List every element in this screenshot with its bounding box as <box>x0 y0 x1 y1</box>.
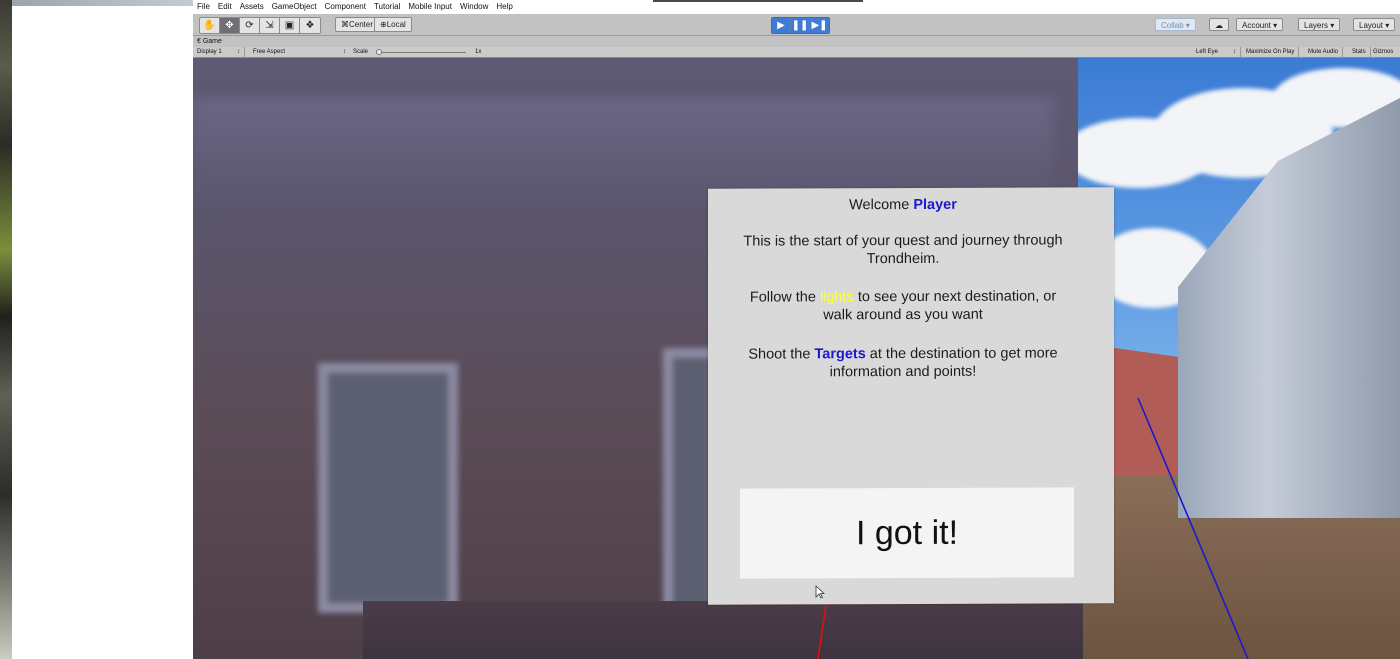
dialog-intro-line-2: Trondheim. <box>866 250 940 268</box>
playback-controls: ▶ ❚❚ ▶❚ <box>771 17 830 34</box>
menu-gameobject[interactable]: GameObject <box>268 0 321 14</box>
player-name: Player <box>913 196 957 213</box>
rect-tool-icon[interactable]: ▣ <box>280 18 300 33</box>
account-button[interactable]: Account ▾ <box>1236 18 1284 31</box>
display-select[interactable]: Display 1 <box>197 47 222 57</box>
layout-button[interactable]: Layout ▾ <box>1353 18 1396 31</box>
menu-mobile-input[interactable]: Mobile Input <box>404 0 456 14</box>
eye-select-arrow-icon[interactable]: ↕ <box>1233 47 1241 57</box>
got-it-button[interactable]: I got it! <box>740 487 1074 579</box>
move-tool-icon[interactable]: ✥ <box>220 18 240 33</box>
gizmos-toggle[interactable]: Gizmos <box>1373 47 1393 57</box>
mute-audio-toggle[interactable]: Mute Audio <box>1308 47 1344 57</box>
scale-tool-icon[interactable]: ⇲ <box>260 18 280 33</box>
dialog-shoot-line: Shoot the Targets at the destination to … <box>708 344 1098 363</box>
play-icon[interactable]: ▶ <box>772 18 791 33</box>
display-select-arrow-icon[interactable]: ↕ <box>237 47 245 57</box>
shoot-suffix: at the destination to get more <box>865 345 1058 363</box>
aspect-select[interactable]: Free Aspect <box>253 47 285 57</box>
step-icon[interactable]: ▶❚ <box>810 18 829 33</box>
rotate-tool-icon[interactable]: ⟳ <box>240 18 260 33</box>
targets-highlight: Targets <box>814 346 866 363</box>
dialog-follow-line-2: walk around as you want <box>823 306 983 324</box>
dialog-intro-line: This is the start of your quest and jour… <box>743 232 1063 250</box>
eye-select[interactable]: Left Eye <box>1196 47 1218 57</box>
hand-tool-icon[interactable]: ✋ <box>200 18 220 33</box>
scale-slider-handle[interactable] <box>376 49 382 55</box>
wall-base <box>363 601 1083 659</box>
toolbar: ✋ ✥ ⟳ ⇲ ▣ ❖ ⌘Center ⊕Local ▶ ❚❚ ▶❚ Colla… <box>193 14 1400 36</box>
maximize-on-play-toggle[interactable]: Maximize On Play <box>1246 47 1300 57</box>
menu-tutorial[interactable]: Tutorial <box>370 0 404 14</box>
pivot-local-button[interactable]: ⊕Local <box>374 17 412 32</box>
aspect-select-arrow-icon[interactable]: ↕ <box>343 47 346 57</box>
tab-game[interactable]: € Game <box>193 36 1400 47</box>
lights-highlight: lights <box>819 289 854 306</box>
side-photo-strip <box>0 0 193 659</box>
mouse-cursor-icon <box>815 585 825 599</box>
follow-suffix: to see your next destination, or <box>853 288 1057 306</box>
layers-button[interactable]: Layers ▾ <box>1298 18 1341 31</box>
shoot-prefix: Shoot the <box>748 346 815 363</box>
scale-value: 1x <box>475 49 482 55</box>
welcome-prefix: Welcome <box>849 196 914 214</box>
menu-assets[interactable]: Assets <box>236 0 268 14</box>
cloud-icon[interactable]: ☁ <box>1209 18 1229 31</box>
follow-prefix: Follow the <box>749 289 820 306</box>
collab-button[interactable]: Collab ▾ <box>1155 18 1196 31</box>
scale-label: Scale <box>353 49 369 55</box>
scale-slider-track[interactable] <box>376 52 466 53</box>
transform-tool-icon[interactable]: ❖ <box>300 18 320 33</box>
menu-help[interactable]: Help <box>492 0 516 14</box>
game-view-controls: Display 1 ↕ Free Aspect ↕ Scale 1x Left … <box>193 47 1400 58</box>
transform-tools: ✋ ✥ ⟳ ⇲ ▣ ❖ <box>199 17 321 34</box>
wall-window-left <box>318 363 458 613</box>
dialog-welcome-line: Welcome Player <box>708 195 1098 214</box>
menu-window[interactable]: Window <box>456 0 492 14</box>
dialog-follow-line: Follow the lights to see your next desti… <box>708 287 1098 306</box>
menu-file[interactable]: File <box>193 0 214 14</box>
side-photo-topbar <box>12 0 193 6</box>
menu-bar: File Edit Assets GameObject Component Tu… <box>193 0 1400 14</box>
side-photo <box>0 0 12 659</box>
pause-icon[interactable]: ❚❚ <box>791 18 810 33</box>
menu-edit[interactable]: Edit <box>214 0 236 14</box>
welcome-dialog: Welcome Player This is the start of your… <box>708 187 1114 605</box>
dialog-shoot-line-2: information and points! <box>829 363 977 381</box>
menu-component[interactable]: Component <box>321 0 370 14</box>
pivot-center-button[interactable]: ⌘Center <box>335 17 380 32</box>
stats-toggle[interactable]: Stats <box>1352 47 1371 57</box>
menu-top-edge <box>653 0 863 2</box>
